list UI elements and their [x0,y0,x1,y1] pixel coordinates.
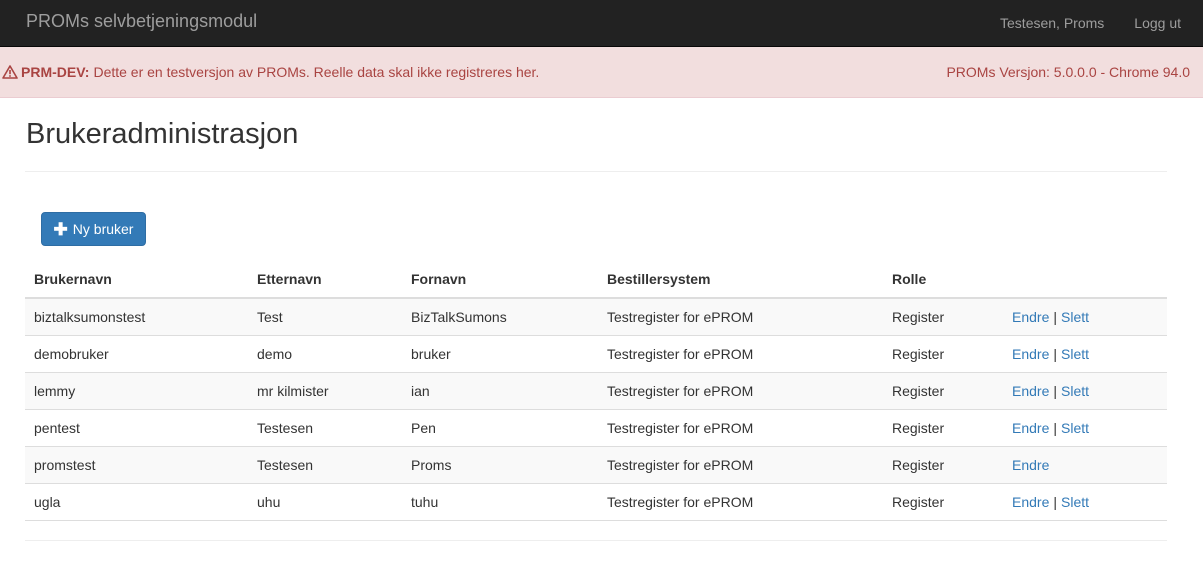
cell-system: Testregister for ePROM [598,297,883,335]
table-row: lemmy mr kilmister ian Testregister for ePR… [25,371,1167,409]
edit-link[interactable]: Endre [1012,383,1049,399]
delete-link[interactable]: Slett [1061,383,1089,399]
cell-lastname: demo [248,334,402,372]
delete-link[interactable]: Slett [1061,346,1089,362]
delete-link[interactable]: Slett [1061,494,1089,510]
header-lastname: Etternavn [248,261,402,299]
action-separator: | [1053,345,1057,362]
new-user-label: Ny bruker [72,221,134,237]
cell-system: Testregister for ePROM [598,334,883,372]
table-row: ugla uhu tuhu Testregister for ePROM Registe… [25,482,1167,521]
cell-firstname: Proms [402,445,598,483]
header-username: Brukernavn [25,261,248,299]
delete-link[interactable]: Slett [1061,420,1089,436]
action-separator: | [1053,308,1057,325]
cell-username: demobruker [25,334,248,372]
table-row: demobruker demo bruker Testregister for ePR… [25,334,1167,372]
action-separator: | [1053,382,1057,399]
cell-role: Register [883,297,1003,335]
action-separator: | [1053,419,1057,436]
cell-actions: Endre | Slett [1003,334,1167,372]
cell-username: promstest [25,445,248,483]
edit-link[interactable]: Endre [1012,494,1049,510]
cell-actions: Endre [1003,445,1167,483]
cell-system: Testregister for ePROM [598,482,883,521]
cell-actions: Endre | Slett [1003,371,1167,409]
edit-link[interactable]: Endre [1012,346,1049,362]
current-user-link[interactable]: Testesen, Proms [985,15,1119,31]
cell-system: Testregister for ePROM [598,371,883,409]
edit-link[interactable]: Endre [1012,420,1049,436]
version-info: PROMs Versjon: 5.0.0.0 - Chrome 94.0 [946,64,1190,80]
logout-link[interactable]: Logg ut [1119,15,1203,31]
cell-role: Register [883,445,1003,483]
table-row: promstest Testesen Proms Testregister for e… [25,445,1167,483]
cell-firstname: bruker [402,334,598,372]
cell-role: Register [883,408,1003,446]
cell-firstname: BizTalkSumons [402,297,598,335]
header-firstname: Fornavn [402,261,598,299]
edit-link[interactable]: Endre [1012,309,1049,325]
cell-system: Testregister for ePROM [598,408,883,446]
top-navbar: PROMs selvbetjeningsmodul Testesen, Prom… [0,0,1203,47]
cell-role: Register [883,371,1003,409]
cell-firstname: Pen [402,408,598,446]
cell-lastname: uhu [248,482,402,521]
cell-firstname: ian [402,371,598,409]
cell-lastname: mr kilmister [248,371,402,409]
table-row: biztalksumonstest Test BizTalkSumons Testre… [25,297,1167,335]
cell-username: ugla [25,482,248,521]
header-role: Rolle [883,261,1003,299]
title-divider [25,171,1167,172]
table-row: pentest Testesen Pen Testregister for ePROM… [25,408,1167,446]
cell-username: lemmy [25,371,248,409]
alert-text: Dette er en testversjon av PROMs. Reelle… [93,64,540,80]
cell-actions: Endre | Slett [1003,482,1167,521]
cell-lastname: Test [248,297,402,335]
test-environment-alert: PRM-DEV: Dette er en testversjon av PROM… [0,47,1203,98]
delete-link[interactable]: Slett [1061,309,1089,325]
cell-lastname: Testesen [248,408,402,446]
app-brand[interactable]: PROMs selvbetjeningsmodul [26,11,257,32]
edit-link[interactable]: Endre [1012,457,1049,473]
alert-message: PRM-DEV: Dette er en testversjon av PROM… [2,64,539,80]
warning-triangle-icon [2,65,18,79]
cell-username: pentest [25,408,248,446]
table-header-row: Brukernavn Etternavn Fornavn Bestillersy… [25,261,1167,299]
header-actions [1003,261,1167,299]
cell-role: Register [883,334,1003,372]
cell-username: biztalksumonstest [25,297,248,335]
header-system: Bestillersystem [598,261,883,299]
alert-tag: PRM-DEV: [21,64,90,80]
action-separator: | [1053,493,1057,510]
cell-lastname: Testesen [248,445,402,483]
cell-firstname: tuhu [402,482,598,521]
new-user-button[interactable]: ✚ Ny bruker [41,212,146,246]
navbar-right: Testesen, Proms Logg ut [985,0,1203,46]
users-table: Brukernavn Etternavn Fornavn Bestillersy… [25,261,1167,521]
footer-divider [25,540,1167,541]
cell-system: Testregister for ePROM [598,445,883,483]
cell-role: Register [883,482,1003,521]
cell-actions: Endre | Slett [1003,408,1167,446]
page-title: Brukeradministrasjon [26,118,299,150]
plus-icon: ✚ [53,219,68,239]
users-table-body: biztalksumonstest Test BizTalkSumons Testre… [25,297,1167,521]
cell-actions: Endre | Slett [1003,297,1167,335]
